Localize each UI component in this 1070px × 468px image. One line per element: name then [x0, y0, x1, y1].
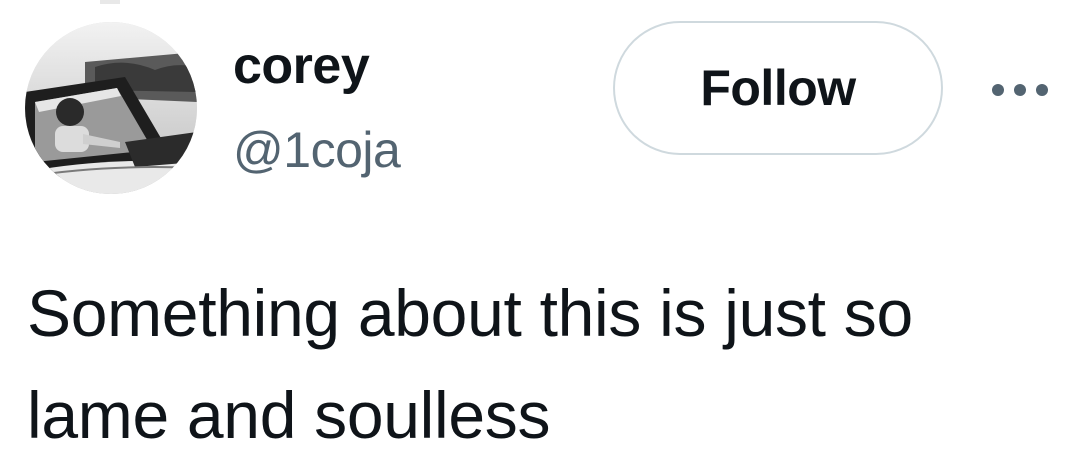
more-options-button[interactable] [985, 70, 1055, 110]
follow-button[interactable]: Follow [613, 21, 943, 155]
tweet-card: corey @1coja Follow Something about this… [0, 0, 1070, 468]
more-horizontal-icon [992, 84, 1048, 96]
avatar[interactable] [25, 22, 197, 194]
author-display-name[interactable]: corey [233, 38, 370, 94]
tweet-text: Something about this is just so lame and… [27, 276, 931, 452]
author-handle[interactable]: @1coja [233, 122, 401, 178]
top-divider [100, 0, 120, 4]
avatar-image [25, 22, 197, 194]
